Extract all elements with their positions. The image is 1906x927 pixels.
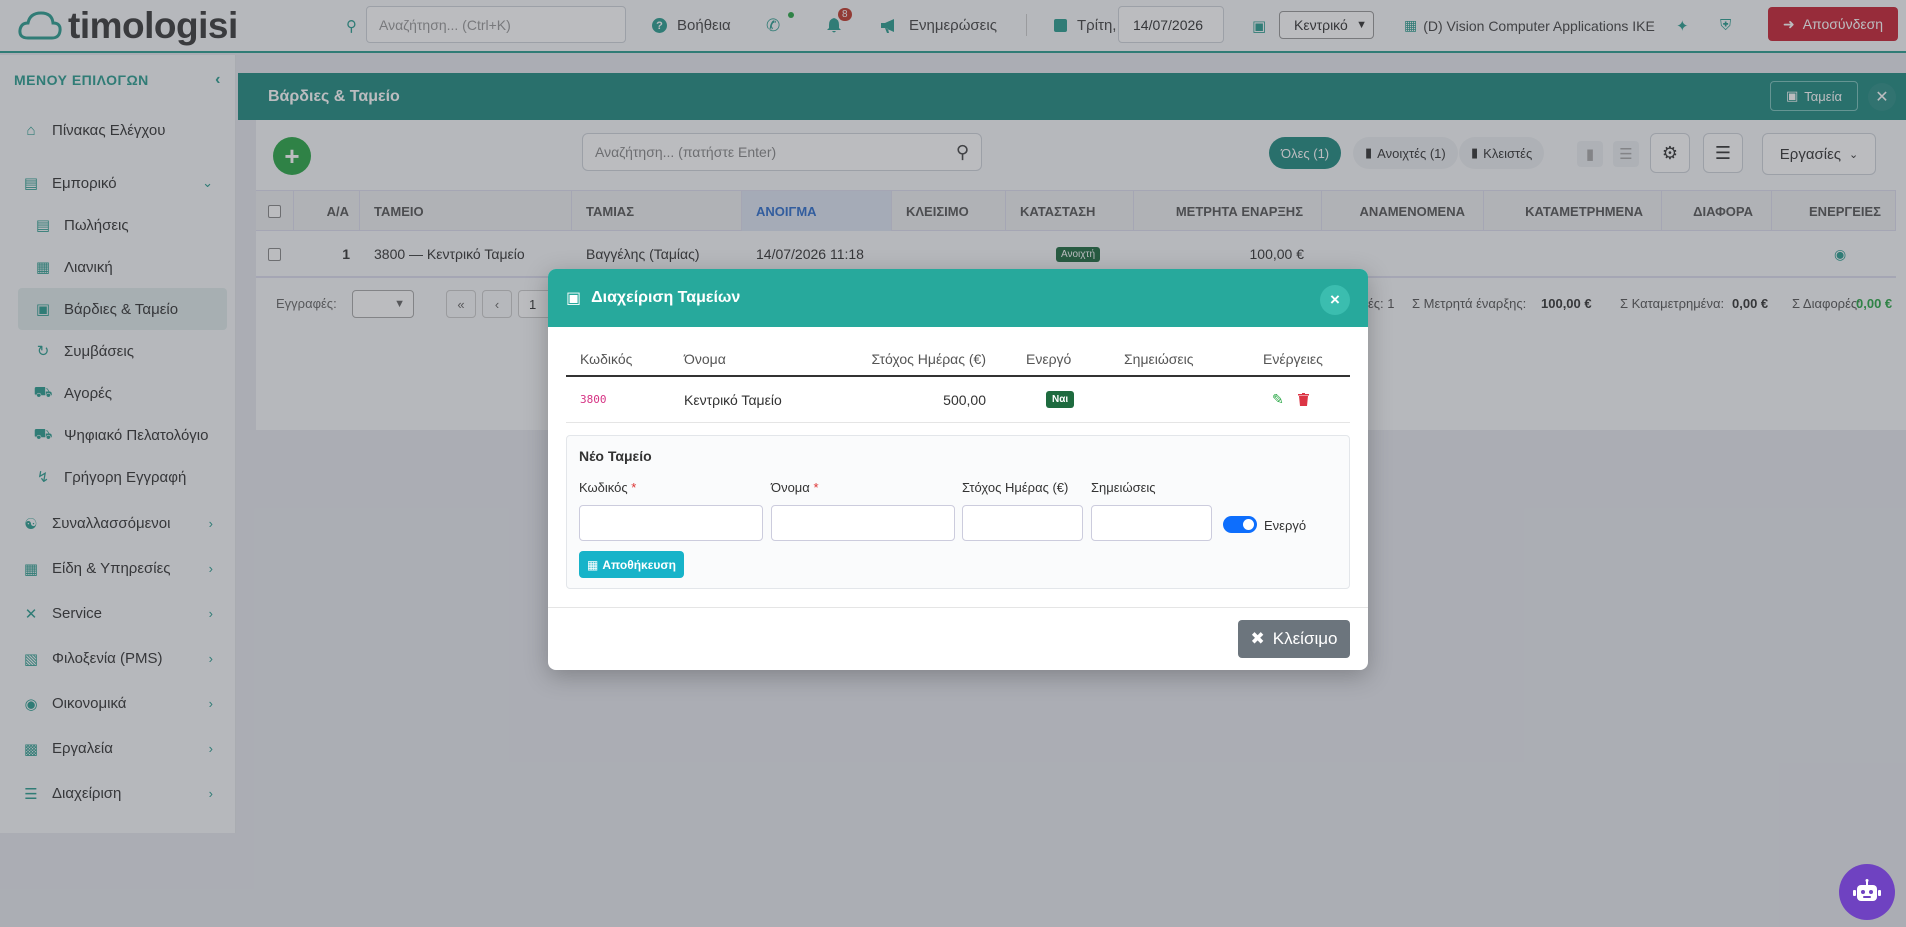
required-mark: * [631,480,637,495]
col-actions: Ενέργειες [1263,351,1323,367]
active-toggle-label: Ενεργό [1264,518,1307,533]
trash-icon[interactable] [1298,377,1309,422]
active-badge: Ναι [1046,377,1075,422]
col-code: Κωδικός [580,351,633,367]
modal-footer: ✖ Κλείσιμο [548,607,1368,670]
notes-input[interactable] [1091,505,1212,541]
table-row: 3800 Κεντρικό Ταμείο 500,00 Ναι ✎ [566,377,1350,423]
register-target: 500,00 [943,391,986,408]
new-register-title: Νέο Ταμείο [579,448,652,464]
notes-label: Σημειώσεις [1091,480,1156,495]
robot-icon [1853,879,1881,901]
close-button[interactable]: ✖ Κλείσιμο [1238,620,1350,658]
col-active: Ενεργό [1026,351,1072,367]
required-mark: * [813,480,819,495]
save-label: Αποθήκευση [602,557,676,572]
modal-title: Διαχείριση Ταμείων [591,289,741,306]
close-icon: ✖ [1250,629,1265,648]
registers-table: Κωδικός Όνομα Στόχος Ημέρας (€) Ενεργό Σ… [566,343,1350,423]
modal-close-icon[interactable]: × [1320,285,1350,315]
col-notes: Σημειώσεις [1124,351,1194,367]
code-label: Κωδικός * [579,480,636,495]
cash-registers-modal: ▣ Διαχείριση Ταμείων × Κωδικός Όνομα Στό… [548,269,1368,670]
cash-register-icon: ▣ [566,290,582,307]
new-register-form: Νέο Ταμείο Κωδικός * Όνομα * Στόχος Ημέρ… [566,435,1350,589]
register-name: Κεντρικό Ταμείο [684,391,782,408]
code-input[interactable] [579,505,763,541]
close-label: Κλείσιμο [1272,629,1338,648]
registers-table-header: Κωδικός Όνομα Στόχος Ημέρας (€) Ενεργό Σ… [566,343,1350,377]
name-label-text: Όνομα [771,480,810,495]
modal-header: ▣ Διαχείριση Ταμείων [548,269,1368,327]
name-label: Όνομα * [771,480,819,495]
target-label: Στόχος Ημέρας (€) [962,480,1069,495]
active-badge-label: Ναι [1046,391,1075,408]
col-target: Στόχος Ημέρας (€) [871,351,986,367]
floppy-disk-icon: ▦ [587,557,599,572]
name-input[interactable] [771,505,955,541]
col-name: Όνομα [684,351,726,367]
active-toggle[interactable] [1223,516,1257,533]
target-input[interactable] [962,505,1083,541]
code-label-text: Κωδικός [579,480,628,495]
edit-icon[interactable]: ✎ [1272,377,1284,422]
chatbot-button[interactable] [1839,864,1895,920]
save-button[interactable]: ▦ Αποθήκευση [579,551,684,578]
register-code: 3800 [580,393,607,406]
